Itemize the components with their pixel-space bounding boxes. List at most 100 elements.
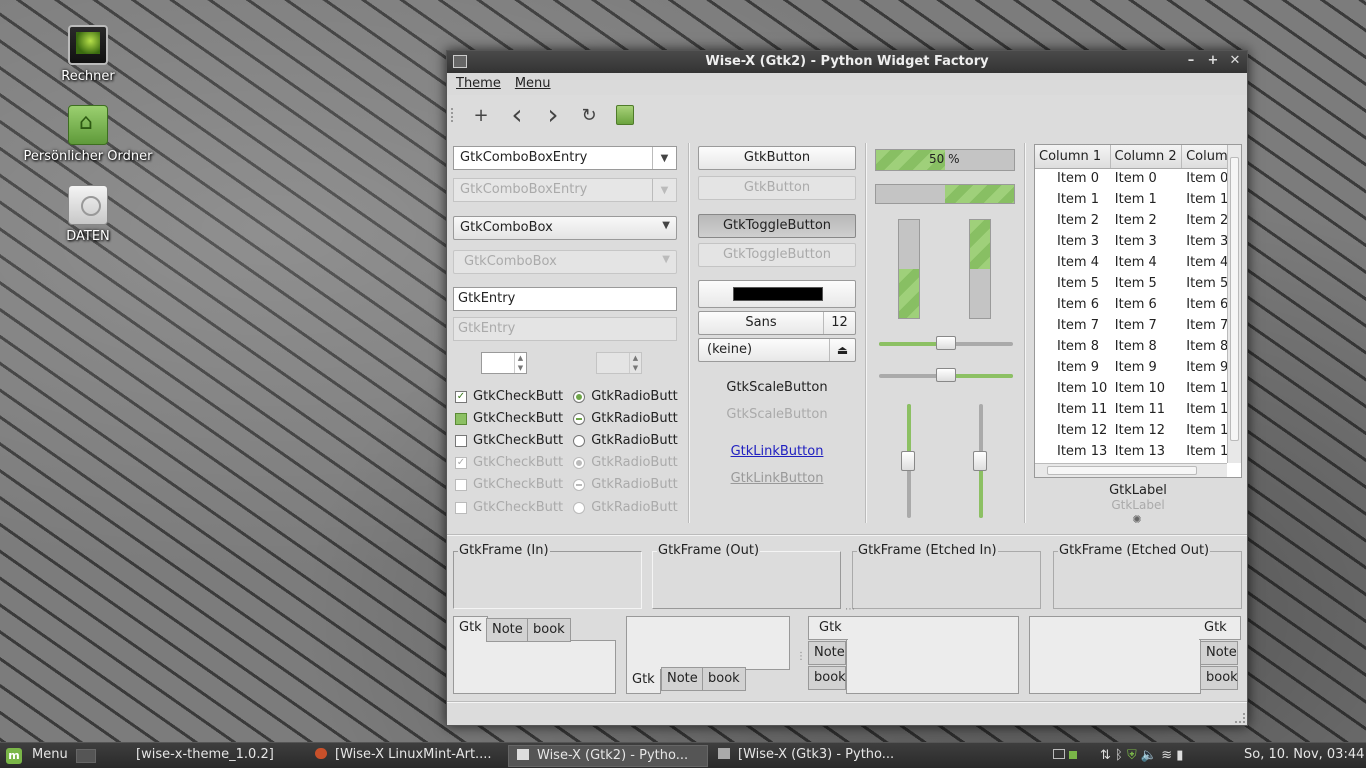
- combo-box[interactable]: GtkComboBox ▼: [453, 216, 677, 240]
- tab-gtk[interactable]: Gtk: [626, 669, 661, 694]
- gtk-button[interactable]: GtkButton: [698, 146, 856, 170]
- vertical-scale[interactable]: [901, 404, 915, 518]
- horizontal-scale-inverted[interactable]: [879, 368, 1013, 382]
- back-button[interactable]: ‹: [499, 100, 535, 130]
- horizontal-scale[interactable]: [879, 336, 1013, 350]
- bluetooth-icon[interactable]: ᛒ: [1115, 748, 1123, 763]
- spinner-icon: ✺: [1132, 513, 1142, 526]
- radio-selected[interactable]: [573, 390, 586, 403]
- paste-button[interactable]: [607, 100, 643, 130]
- checkbox-inconsistent[interactable]: [455, 412, 467, 425]
- tree-row[interactable]: Item 8 Item 8 Item 8: [1035, 337, 1241, 358]
- refresh-button[interactable]: ↻: [571, 100, 607, 130]
- tab-gtk[interactable]: Gtk: [1199, 616, 1241, 640]
- scale-button-disabled: GtkScaleButton: [726, 407, 828, 422]
- tab-book[interactable]: book: [527, 618, 571, 642]
- workspace-2-icon[interactable]: [1069, 751, 1078, 759]
- radio-label: GtkRadioButt: [591, 455, 678, 470]
- checkbox-unchecked[interactable]: [455, 434, 467, 447]
- file-chooser-button[interactable]: (keine) ⏏: [698, 338, 856, 362]
- minimize-button[interactable]: –: [1183, 53, 1199, 68]
- tree-row[interactable]: Item 7 Item 7 Item 7: [1035, 316, 1241, 337]
- task-button-active[interactable]: Wise-X (Gtk2) - Pytho...: [508, 745, 708, 767]
- vertical-scale-inverted[interactable]: [973, 404, 987, 518]
- scale-knob[interactable]: [936, 336, 956, 350]
- task-button[interactable]: [Wise-X LinuxMint-Art....: [307, 745, 500, 767]
- radio-inconsistent[interactable]: [573, 412, 586, 425]
- shield-icon[interactable]: ⛨: [1127, 748, 1137, 763]
- mint-logo-icon[interactable]: m: [6, 748, 22, 764]
- text-entry[interactable]: GtkEntry: [453, 287, 677, 311]
- battery-icon[interactable]: ▮: [1176, 748, 1183, 763]
- horizontal-scrollbar[interactable]: [1035, 463, 1227, 477]
- link-button[interactable]: GtkLinkButton: [698, 444, 856, 459]
- tab-gtk[interactable]: Gtk: [453, 616, 488, 641]
- tree-view[interactable]: Column 1 Column 2 Colum Item 0 Item 0 Item…: [1034, 144, 1242, 478]
- workspace-1-icon[interactable]: [1053, 749, 1065, 759]
- tree-row[interactable]: Item 13 Item 13 Item 1: [1035, 442, 1241, 463]
- chevron-down-icon[interactable]: ▼: [652, 147, 676, 169]
- scale-knob[interactable]: [901, 451, 915, 471]
- radio-unselected[interactable]: [573, 434, 586, 447]
- scrollbar-thumb[interactable]: [1047, 466, 1197, 475]
- menu-theme[interactable]: Theme: [456, 76, 501, 92]
- tree-row[interactable]: Item 2 Item 2 Item 2: [1035, 211, 1241, 232]
- tree-row[interactable]: Item 1 Item 1 Item 1: [1035, 190, 1241, 211]
- tab-note[interactable]: Note: [486, 618, 529, 642]
- pane-handle[interactable]: ⋮: [796, 651, 806, 662]
- desktop-icon-computer[interactable]: Rechner: [18, 25, 158, 84]
- titlebar[interactable]: Wise-X (Gtk2) - Python Widget Factory – …: [447, 51, 1247, 73]
- checkbox-checked[interactable]: ✓: [455, 390, 467, 403]
- desktop-icon-home[interactable]: Persönlicher Ordner: [18, 105, 158, 164]
- network-icon[interactable]: ⇅: [1100, 748, 1111, 763]
- wifi-icon[interactable]: ≋: [1161, 748, 1172, 763]
- toolbar-grip[interactable]: [451, 108, 455, 122]
- add-button[interactable]: +: [463, 100, 499, 130]
- color-button[interactable]: [698, 280, 856, 308]
- scrollbar-thumb[interactable]: [1230, 157, 1239, 441]
- clock[interactable]: So, 10. Nov, 03:44: [1244, 747, 1364, 762]
- close-button[interactable]: ✕: [1227, 53, 1243, 68]
- combo-box-entry[interactable]: GtkComboBoxEntry ▼: [453, 146, 677, 170]
- menu-menu[interactable]: Menu: [515, 76, 551, 92]
- task-button[interactable]: [wise-x-theme_1.0.2]: [128, 745, 282, 767]
- spin-arrows-icon[interactable]: ▲ ▼: [514, 353, 526, 373]
- column-header[interactable]: Column 1: [1035, 145, 1111, 168]
- pane-handle[interactable]: ⋯: [845, 604, 855, 615]
- font-button[interactable]: Sans 12: [698, 311, 856, 335]
- scale-knob[interactable]: [936, 368, 956, 382]
- show-desktop-icon[interactable]: [76, 749, 96, 763]
- tab-note[interactable]: Note: [661, 667, 704, 691]
- tab-note[interactable]: Note: [808, 641, 846, 665]
- tree-row[interactable]: Item 10 Item 10 Item 1: [1035, 379, 1241, 400]
- tree-row[interactable]: Item 4 Item 4 Item 4: [1035, 253, 1241, 274]
- workspace-switcher[interactable]: [1053, 748, 1078, 763]
- tree-row[interactable]: Item 11 Item 11 Item 1: [1035, 400, 1241, 421]
- tree-row[interactable]: Item 9 Item 9 Item 9: [1035, 358, 1241, 379]
- tab-note[interactable]: Note: [1200, 641, 1238, 665]
- tree-row[interactable]: Item 12 Item 12 Item 1: [1035, 421, 1241, 442]
- tree-row[interactable]: Item 5 Item 5 Item 5: [1035, 274, 1241, 295]
- scale-knob[interactable]: [973, 451, 987, 471]
- vertical-scrollbar[interactable]: [1227, 145, 1241, 463]
- tab-book[interactable]: book: [808, 666, 846, 690]
- tree-row[interactable]: Item 0 Item 0 Item 0: [1035, 169, 1241, 190]
- radio-label: GtkRadioButt: [591, 433, 678, 448]
- volume-icon[interactable]: 🔈: [1141, 748, 1157, 763]
- tab-book[interactable]: book: [702, 667, 746, 691]
- maximize-button[interactable]: +: [1205, 53, 1221, 68]
- desktop-icon-drive[interactable]: DATEN: [18, 185, 158, 244]
- resize-grip[interactable]: [1235, 713, 1245, 723]
- toolbar: + ‹ › ↻: [447, 95, 1247, 135]
- toggle-button[interactable]: GtkToggleButton: [698, 214, 856, 238]
- spin-button[interactable]: ▲ ▼: [481, 352, 527, 374]
- scale-button[interactable]: GtkScaleButton: [698, 380, 856, 395]
- menu-button[interactable]: Menu: [32, 747, 68, 762]
- tree-row[interactable]: Item 3 Item 3 Item 3: [1035, 232, 1241, 253]
- tree-row[interactable]: Item 6 Item 6 Item 6: [1035, 295, 1241, 316]
- forward-button[interactable]: ›: [535, 100, 571, 130]
- tab-book[interactable]: book: [1200, 666, 1238, 690]
- task-button[interactable]: [Wise-X (Gtk3) - Pytho...: [710, 745, 902, 767]
- tab-gtk[interactable]: Gtk: [808, 616, 848, 640]
- column-header[interactable]: Column 2: [1111, 145, 1183, 168]
